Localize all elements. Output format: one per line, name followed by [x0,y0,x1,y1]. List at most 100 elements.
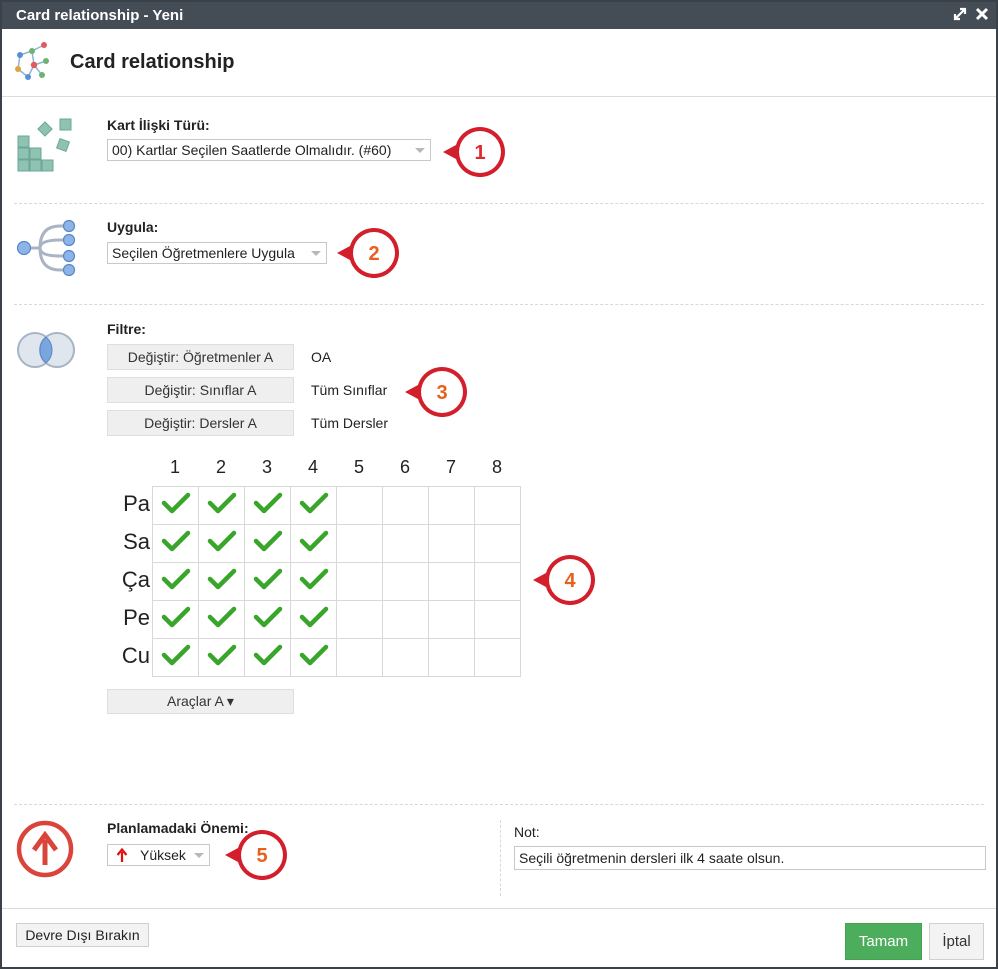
grid-row-header[interactable]: Pa [110,491,150,517]
grid-cell[interactable] [244,562,291,601]
relation-type-select[interactable]: 00) Kartlar Seçilen Saatlerde Olmalıdır.… [107,139,431,161]
marker-2-label: 2 [368,243,379,265]
checkmark-icon [299,530,328,552]
grid-cell[interactable] [244,600,291,639]
checkmark-icon [207,492,236,514]
grid-cell[interactable] [474,638,521,677]
grid-cell[interactable] [290,638,337,677]
close-icon[interactable] [972,4,992,24]
time-grid[interactable] [152,486,521,677]
checkmark-icon [253,530,282,552]
grid-cell[interactable] [382,486,429,525]
relation-type-value: 00) Kartlar Seçilen Saatlerde Olmalıdır.… [112,142,392,158]
note-input[interactable] [514,846,986,870]
relation-type-label: Kart İlişki Türü: [107,117,210,133]
arrow-up-icon [116,847,128,866]
grid-row [152,562,521,601]
grid-row [152,486,521,525]
vertical-separator [500,820,501,896]
grid-cell[interactable] [428,562,475,601]
importance-value: Yüksek [140,847,186,863]
maximize-icon[interactable] [950,4,970,24]
grid-cell[interactable] [290,486,337,525]
grid-cell[interactable] [428,486,475,525]
grid-column-header[interactable]: 4 [290,457,336,478]
change-subjects-button[interactable]: Değiştir: Dersler A [107,410,294,436]
grid-cell[interactable] [428,638,475,677]
grid-row-header[interactable]: Cu [110,643,150,669]
grid-cell[interactable] [152,600,199,639]
cancel-button[interactable]: İptal [929,923,984,960]
grid-cell[interactable] [244,524,291,563]
grid-cell[interactable] [198,562,245,601]
grid-cell[interactable] [152,638,199,677]
checkmark-icon [299,606,328,628]
grid-column-header[interactable]: 6 [382,457,428,478]
grid-cell[interactable] [336,486,383,525]
grid-cell[interactable] [198,486,245,525]
marker-4: 4 [533,555,595,605]
checkmark-icon [161,492,190,514]
change-teachers-button[interactable]: Değiştir: Öğretmenler A [107,344,294,370]
chevron-down-icon [194,853,204,858]
grid-cell[interactable] [244,638,291,677]
checkmark-icon [253,568,282,590]
ok-button[interactable]: Tamam [845,923,922,960]
dialog-window: Card relationship - Yeni Card relationsh… [0,0,998,969]
disable-button[interactable]: Devre Dışı Bırakın [16,923,149,947]
grid-cell[interactable] [382,562,429,601]
marker-4-label: 4 [564,570,576,592]
grid-cell[interactable] [336,562,383,601]
grid-cell[interactable] [290,600,337,639]
checkmark-icon [253,644,282,666]
network-icon [12,41,52,88]
grid-cell[interactable] [474,562,521,601]
grid-column-header[interactable]: 1 [152,457,198,478]
grid-cell[interactable] [474,486,521,525]
grid-column-header[interactable]: 2 [198,457,244,478]
grid-cell[interactable] [336,524,383,563]
grid-cell[interactable] [382,638,429,677]
grid-cell[interactable] [382,524,429,563]
grid-cell[interactable] [474,600,521,639]
marker-1: 1 [443,127,505,177]
grid-cell[interactable] [244,486,291,525]
grid-cell[interactable] [474,524,521,563]
grid-cell[interactable] [198,524,245,563]
grid-cell[interactable] [290,562,337,601]
grid-column-header[interactable]: 7 [428,457,474,478]
checkmark-icon [299,568,328,590]
grid-cell[interactable] [152,524,199,563]
tools-menu-button[interactable]: Araçlar A ▾ [107,689,294,714]
apply-value: Seçilen Öğretmenlere Uygula [112,245,295,261]
chevron-down-icon [311,251,321,256]
importance-select[interactable]: Yüksek [107,844,210,866]
grid-cell[interactable] [428,524,475,563]
title-bar[interactable]: Card relationship - Yeni [2,2,996,29]
teachers-filter-value: OA [311,349,332,365]
marker-3: 3 [405,367,467,417]
grid-cell[interactable] [336,638,383,677]
grid-cell[interactable] [198,638,245,677]
grid-row-header[interactable]: Sa [110,529,150,555]
classes-filter-value: Tüm Sınıflar [311,382,388,398]
checkmark-icon [299,644,328,666]
grid-column-header[interactable]: 3 [244,457,290,478]
grid-cell[interactable] [152,486,199,525]
grid-cell[interactable] [428,600,475,639]
apply-select[interactable]: Seçilen Öğretmenlere Uygula [107,242,327,264]
checkmark-icon [299,492,328,514]
grid-column-header[interactable]: 5 [336,457,382,478]
grid-row-header[interactable]: Ça [110,567,150,593]
grid-cell[interactable] [336,600,383,639]
grid-cell[interactable] [290,524,337,563]
grid-cell[interactable] [152,562,199,601]
grid-row-header[interactable]: Pe [110,605,150,631]
separator [14,304,984,305]
grid-column-header[interactable]: 8 [474,457,520,478]
subjects-filter-value: Tüm Dersler [311,415,389,431]
change-classes-button[interactable]: Değiştir: Sınıflar A [107,377,294,403]
grid-cell[interactable] [382,600,429,639]
grid-cell[interactable] [198,600,245,639]
apply-label: Uygula: [107,219,159,235]
